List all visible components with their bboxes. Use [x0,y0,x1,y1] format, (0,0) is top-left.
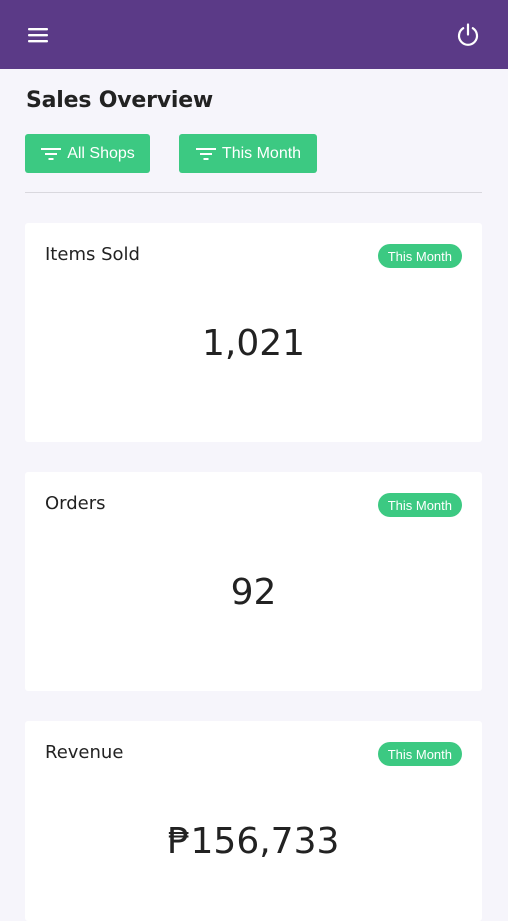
orders-value: 92 [230,572,277,613]
power-icon [457,23,479,46]
app-header [0,0,508,69]
card-title: Items Sold [45,244,140,265]
card-title: Revenue [45,742,124,763]
shop-filter-label: All Shops [67,144,135,162]
period-badge: This Month [377,742,462,766]
period-badge: This Month [377,493,462,517]
orders-card: Orders This Month 92 [25,472,482,691]
shop-filter-button[interactable]: All Shops [25,134,150,173]
filter-icon [41,147,62,160]
items-sold-card: Items Sold This Month 1,021 [25,223,482,442]
menu-button[interactable] [23,20,53,50]
section-divider [25,192,482,193]
card-title: Orders [45,493,106,514]
period-badge: This Month [377,244,462,268]
period-filter-label: This Month [221,144,302,162]
period-filter-button[interactable]: This Month [179,134,317,173]
logout-button[interactable] [453,20,483,50]
filter-icon [195,147,216,160]
items-sold-value: 1,021 [201,323,306,364]
page-title: Sales Overview [26,88,214,113]
revenue-value: ₱156,733 [167,821,340,862]
revenue-card: Revenue This Month ₱156,733 [25,721,482,921]
hamburger-menu-icon [28,28,48,43]
